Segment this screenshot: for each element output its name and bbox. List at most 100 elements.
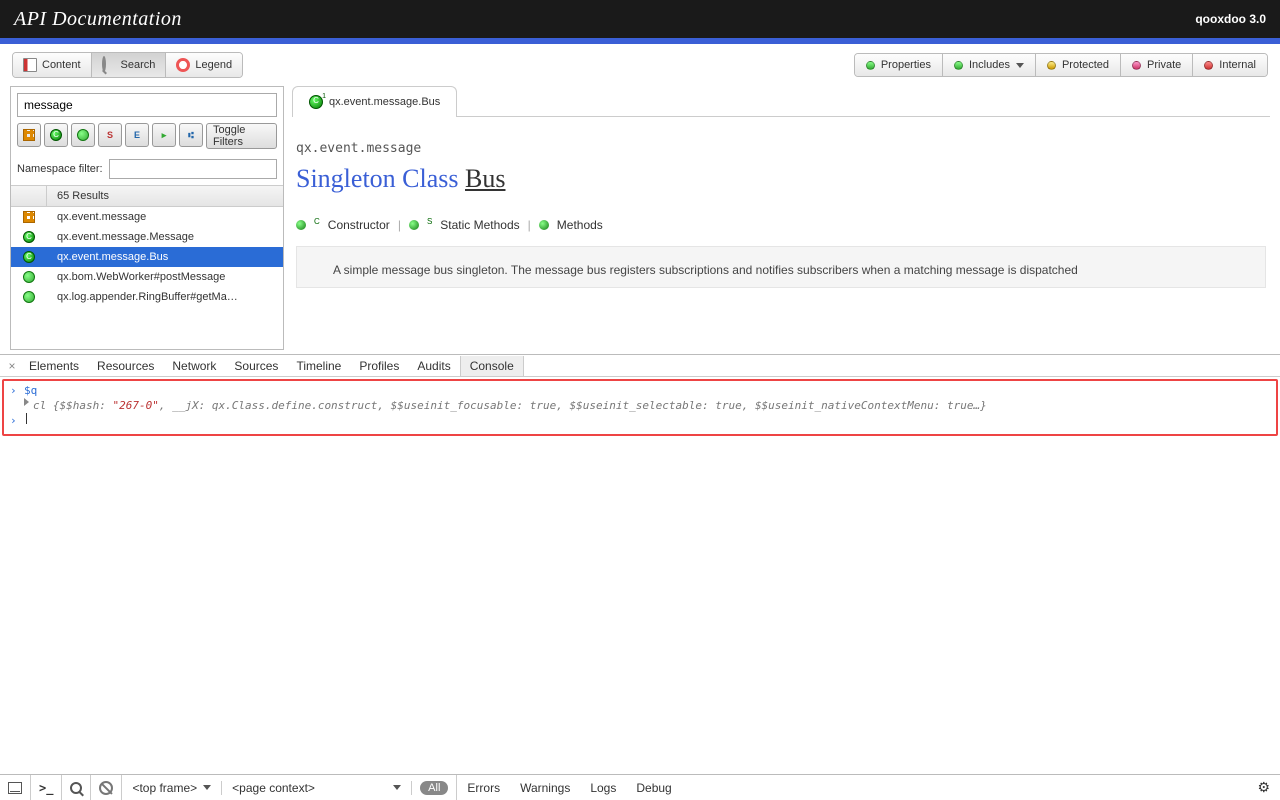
property-icon: ▸ (162, 130, 167, 141)
inspect-button[interactable] (62, 775, 91, 800)
dock-icon (8, 782, 22, 794)
result-row[interactable]: Cqx.event.message.Message (11, 227, 283, 247)
private-toggle[interactable]: Private (1121, 54, 1193, 76)
internal-toggle[interactable]: Internal (1193, 54, 1267, 76)
class-title: Singleton Class Bus (296, 164, 1266, 194)
console-highlight-box: ›$q ›cl {$$hash: "267-0", __jX: qx.Class… (2, 379, 1278, 436)
dot-icon (539, 220, 549, 230)
section-nav: CConstructor | SStatic Methods | Methods (296, 218, 1266, 232)
dock-button[interactable] (0, 775, 31, 800)
chevron-down-icon (393, 785, 401, 790)
nav-constructor[interactable]: Constructor (328, 218, 390, 232)
result-row[interactable]: qx.bom.WebWorker#postMessage (11, 267, 283, 287)
result-label: qx.event.message.Message (47, 231, 283, 243)
includes-toggle[interactable]: Includes (943, 54, 1036, 76)
static-icon: S (107, 130, 113, 140)
filter-debug[interactable]: Debug (626, 775, 681, 800)
gear-icon: ⚙ (1257, 779, 1270, 795)
devtools-tab-console[interactable]: Console (460, 356, 524, 376)
filter-switcher: Properties Includes Protected Private In… (854, 53, 1268, 77)
clear-button[interactable] (91, 775, 122, 800)
result-row[interactable]: Cqx.event.message.Bus (11, 247, 283, 267)
devtools-tabs: × ElementsResourcesNetworkSourcesTimelin… (0, 355, 1280, 377)
method-icon (77, 129, 89, 141)
filter-package-button[interactable] (17, 123, 41, 147)
method-icon (23, 291, 35, 303)
namespace-filter-input[interactable] (109, 159, 277, 179)
content-tab[interactable]: Content (13, 53, 92, 77)
filter-class-button[interactable]: C (44, 123, 68, 147)
search-icon (102, 58, 116, 72)
nav-methods[interactable]: Methods (557, 218, 603, 232)
filter-event-button[interactable]: E (125, 123, 149, 147)
sidebar: C S E ▸ ⑆ Toggle Filters Namespace filte… (10, 86, 284, 350)
package-icon (23, 129, 35, 141)
properties-toggle[interactable]: Properties (855, 54, 943, 76)
toolbar: Content Search Legend Properties Include… (0, 44, 1280, 86)
devtools-tab-elements[interactable]: Elements (20, 356, 88, 376)
search-tab[interactable]: Search (92, 53, 167, 77)
chevron-down-icon (203, 785, 211, 790)
dot-icon (1047, 61, 1056, 70)
devtools-tab-audits[interactable]: Audits (408, 356, 459, 376)
legend-label: Legend (195, 59, 232, 71)
content-pane: C1 qx.event.message.Bus qx.event.message… (292, 86, 1270, 350)
version-label: qooxdoo 3.0 (1195, 12, 1266, 26)
dot-icon (1132, 61, 1141, 70)
chevron-down-icon (1016, 63, 1024, 68)
result-row[interactable]: qx.log.appender.RingBuffer#getMa… (11, 287, 283, 307)
dot-icon (866, 61, 875, 70)
description-box: A simple message bus singleton. The mess… (296, 246, 1266, 288)
dot-icon (296, 220, 306, 230)
search-input[interactable] (17, 93, 277, 117)
dot-icon (954, 61, 963, 70)
filter-errors[interactable]: Errors (457, 775, 510, 800)
class-icon: C (23, 251, 35, 263)
context-selector[interactable]: <page context> (222, 781, 412, 795)
package-icon (23, 211, 35, 223)
content-label: Content (42, 59, 81, 71)
dot-icon (1204, 61, 1213, 70)
result-label: qx.bom.WebWorker#postMessage (47, 271, 283, 283)
search-label: Search (121, 59, 156, 71)
console-icon: >_ (39, 781, 53, 795)
devtools-tab-profiles[interactable]: Profiles (350, 356, 408, 376)
settings-button[interactable]: ⚙ (1247, 779, 1280, 796)
devtools-tab-sources[interactable]: Sources (225, 356, 287, 376)
legend-tab[interactable]: Legend (166, 53, 242, 77)
console-prompt-line[interactable]: › (10, 413, 1270, 428)
namespace-path: qx.event.message (296, 141, 1266, 156)
devtools-tab-network[interactable]: Network (163, 356, 225, 376)
toggle-filters-button[interactable]: Toggle Filters (206, 123, 277, 149)
devtools-panel: × ElementsResourcesNetworkSourcesTimelin… (0, 354, 1280, 774)
filter-all-button[interactable]: All (412, 775, 457, 800)
event-icon: E (134, 130, 140, 140)
devtools-close-button[interactable]: × (4, 359, 20, 373)
header-bar: API Documentation qooxdoo 3.0 (0, 0, 1280, 38)
result-row[interactable]: qx.event.message (11, 207, 283, 227)
search-icon (70, 782, 82, 794)
filter-tree-button[interactable]: ⑆ (179, 123, 203, 147)
devtools-tab-resources[interactable]: Resources (88, 356, 163, 376)
app-title: API Documentation (14, 8, 182, 31)
protected-toggle[interactable]: Protected (1036, 54, 1121, 76)
devtools-tab-timeline[interactable]: Timeline (287, 356, 350, 376)
console-input-line[interactable]: ›$q (10, 383, 1270, 398)
frame-selector[interactable]: <top frame> (122, 781, 222, 795)
filter-property-button[interactable]: ▸ (152, 123, 176, 147)
class-icon: C (23, 231, 35, 243)
filter-static-button[interactable]: S (98, 123, 122, 147)
filter-method-button[interactable] (71, 123, 95, 147)
class-name-link[interactable]: Bus (465, 164, 505, 193)
book-icon (23, 58, 37, 72)
console-toggle-button[interactable]: >_ (31, 775, 62, 800)
result-label: qx.log.appender.RingBuffer#getMa… (47, 291, 283, 303)
nav-static-methods[interactable]: Static Methods (440, 218, 519, 232)
content-tab-item[interactable]: C1 qx.event.message.Bus (292, 86, 457, 117)
filter-logs[interactable]: Logs (580, 775, 626, 800)
clear-icon (99, 781, 113, 795)
expand-icon[interactable] (24, 398, 29, 406)
namespace-filter-label: Namespace filter: (17, 163, 103, 175)
filter-warnings[interactable]: Warnings (510, 775, 580, 800)
results-count: 65 Results (47, 190, 283, 202)
